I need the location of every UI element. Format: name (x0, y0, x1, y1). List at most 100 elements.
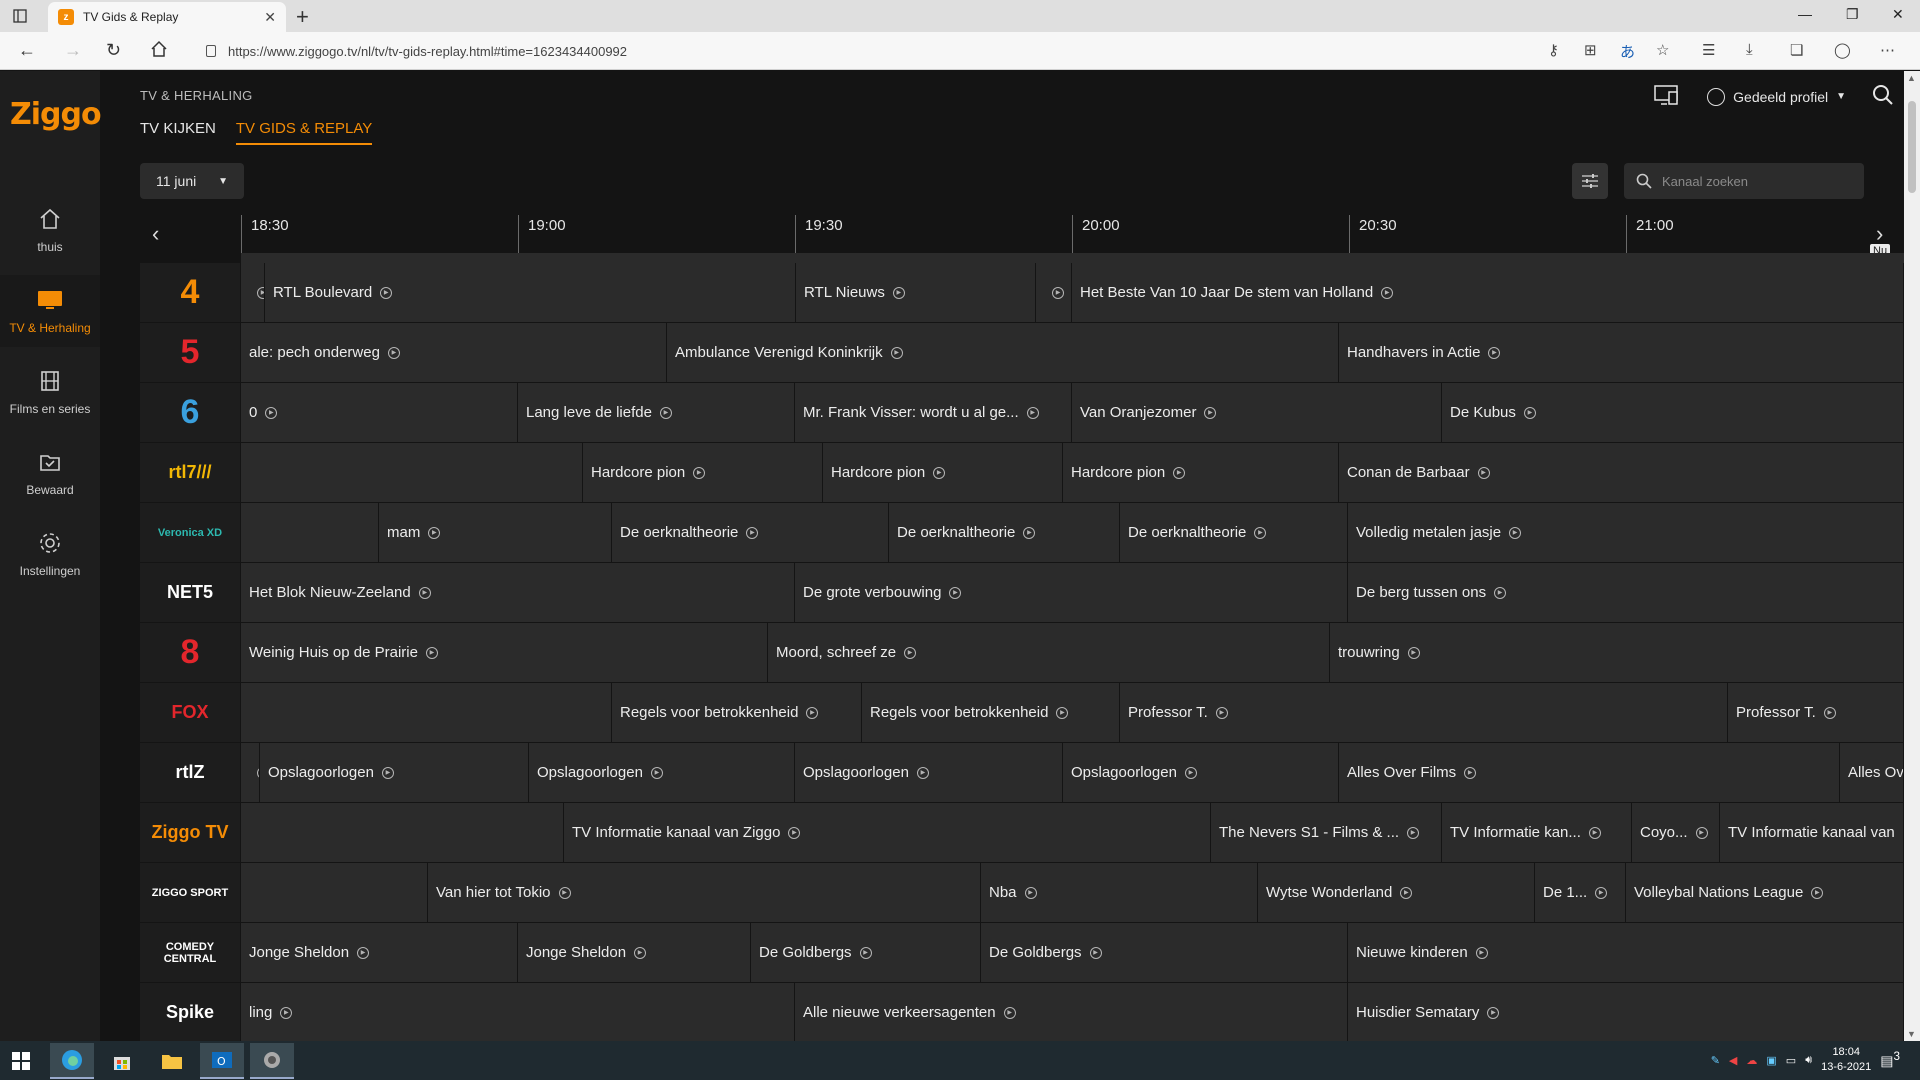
program-cell[interactable]: RTL Nieuws ▶ (796, 263, 1036, 322)
sidebar-item-films[interactable]: Films en series (0, 356, 100, 428)
program-cell[interactable]: Conan de Barbaar ▶ (1339, 443, 1904, 502)
program-cell[interactable]: Volledig metalen jasje ▶ (1348, 503, 1904, 562)
clock[interactable]: 18:04 13-6-2021 (1821, 1045, 1871, 1075)
profile-browser-icon[interactable]: ◯ (1834, 41, 1851, 59)
program-cell[interactable]: Opslagoorlogen ▶ (260, 743, 529, 802)
program-cell[interactable]: Hardcore pion ▶ (823, 443, 1063, 502)
program-cell[interactable]: Mr. Frank Visser: wordt u al ge... ▶ (795, 383, 1072, 442)
program-cell[interactable]: Regels voor betrokkenheid ▶ (612, 683, 862, 742)
apps-icon[interactable]: ⊞ (1584, 41, 1597, 59)
program-cell[interactable]: Alles Over Films ▶ (1339, 743, 1840, 802)
page-scrollbar[interactable]: ▲ ▼ (1904, 71, 1920, 1041)
restore-icon[interactable]: ❐ (1846, 6, 1859, 23)
program-cell[interactable]: Het Beste Van 10 Jaar De stem van Hollan… (1072, 263, 1904, 322)
translate-icon[interactable]: あ (1620, 41, 1635, 62)
program-cell[interactable] (241, 803, 564, 862)
channel-logo[interactable]: 4 (140, 263, 240, 322)
program-cell[interactable]: De Kubus ▶ (1442, 383, 1904, 442)
reload-icon[interactable]: ↻ (106, 40, 121, 61)
channel-logo[interactable]: Ziggo TV (140, 803, 240, 862)
program-cell[interactable]: ▶ (1036, 263, 1072, 322)
minimize-icon[interactable]: — (1798, 6, 1812, 22)
tray-app-icon[interactable]: ✎ (1711, 1054, 1720, 1067)
timeline-prev-icon[interactable]: ‹ (152, 221, 159, 247)
program-cell[interactable]: Opslagoorlogen ▶ (529, 743, 795, 802)
program-cell[interactable]: Coyo... ▶ (1632, 803, 1720, 862)
sidebar-item-home[interactable]: thuis (0, 194, 100, 266)
program-cell[interactable] (241, 443, 583, 502)
program-cell[interactable]: TV Informatie kanaal van Ziggo ▶ (564, 803, 1211, 862)
notifications-icon[interactable]: ▤3 (1880, 1050, 1900, 1070)
favorites-icon[interactable]: ☰ (1702, 41, 1715, 59)
program-cell[interactable]: Opslagoorlogen ▶ (1063, 743, 1339, 802)
program-cell[interactable]: 0 ▶ (241, 383, 518, 442)
tray-network-icon[interactable]: ▭ (1786, 1054, 1796, 1067)
program-cell[interactable]: Van Oranjezomer ▶ (1072, 383, 1442, 442)
program-cell[interactable]: Weinig Huis op de Prairie ▶ (241, 623, 768, 682)
program-cell[interactable]: De 1... ▶ (1535, 863, 1626, 922)
program-cell[interactable]: Wytse Wonderland ▶ (1258, 863, 1535, 922)
program-cell[interactable]: Alles Ov▶ (1840, 743, 1904, 802)
explorer-taskbar-icon[interactable] (150, 1043, 194, 1079)
program-cell[interactable]: ling ▶ (241, 983, 795, 1041)
program-cell[interactable]: TV Informatie kan... ▶ (1442, 803, 1632, 862)
program-cell[interactable]: Hardcore pion ▶ (1063, 443, 1339, 502)
channel-logo[interactable]: Spike (140, 983, 240, 1041)
ziggo-logo[interactable]: Ziggo (10, 97, 102, 132)
program-cell[interactable]: The Nevers S1 - Films & ... ▶ (1211, 803, 1442, 862)
sidebar-item-settings[interactable]: Instellingen (0, 518, 100, 590)
program-cell[interactable]: De oerknaltheorie ▶ (1120, 503, 1348, 562)
add-favorite-icon[interactable]: ☆ (1656, 41, 1669, 59)
edge-taskbar-icon[interactable] (50, 1043, 94, 1079)
close-window-icon[interactable]: ✕ (1892, 6, 1904, 23)
back-icon[interactable]: ← (18, 40, 36, 61)
program-cell[interactable]: Van hier tot Tokio ▶ (428, 863, 981, 922)
search-icon[interactable] (1872, 84, 1894, 109)
sidebar-item-tv[interactable]: TV & Herhaling (0, 275, 100, 347)
program-cell[interactable]: ▶ (241, 263, 265, 322)
channel-logo[interactable]: NET5 (140, 563, 240, 622)
sidebar-item-saved[interactable]: Bewaard (0, 437, 100, 509)
channel-logo[interactable]: COMEDY CENTRAL (140, 923, 240, 982)
tab-actions-icon[interactable] (12, 8, 28, 24)
program-cell[interactable] (241, 863, 428, 922)
cast-devices-icon[interactable] (1653, 84, 1681, 109)
scroll-up-icon[interactable]: ▲ (1907, 73, 1916, 83)
scrollbar-thumb[interactable] (1908, 101, 1916, 193)
program-cell[interactable]: ▶ (241, 743, 260, 802)
program-cell[interactable]: Opslagoorlogen ▶ (795, 743, 1063, 802)
tab-close-icon[interactable]: ✕ (264, 9, 276, 26)
tray-audio-alert-icon[interactable]: ◀ (1729, 1054, 1737, 1067)
channel-logo[interactable]: 6 (140, 383, 240, 442)
program-cell[interactable]: De oerknaltheorie ▶ (889, 503, 1120, 562)
program-cell[interactable]: Handhavers in Actie ▶ (1339, 323, 1904, 382)
program-cell[interactable]: Lang leve de liefde ▶ (518, 383, 795, 442)
program-cell[interactable] (241, 683, 612, 742)
tab-tv-kijken[interactable]: TV KIJKEN (140, 120, 216, 145)
program-cell[interactable]: De oerknaltheorie ▶ (612, 503, 889, 562)
address-bar[interactable]: https://www.ziggogo.tv/nl/tv/tv-gids-rep… (192, 37, 1662, 65)
filter-button[interactable] (1572, 163, 1608, 199)
tray-cloud-icon[interactable]: ☁ (1746, 1054, 1757, 1067)
new-tab-icon[interactable]: + (296, 4, 309, 30)
home-browser-icon[interactable] (150, 40, 168, 63)
program-cell[interactable]: Jonge Sheldon ▶ (241, 923, 518, 982)
app-taskbar-icon[interactable] (250, 1043, 294, 1079)
program-cell[interactable]: Het Blok Nieuw-Zeeland ▶ (241, 563, 795, 622)
tray-volume-icon[interactable]: 🔊︎ (1805, 1054, 1812, 1067)
channel-logo[interactable]: 5 (140, 323, 240, 382)
program-cell[interactable]: Regels voor betrokkenheid ▶ (862, 683, 1120, 742)
windows-start-icon[interactable] (12, 1052, 30, 1070)
program-cell[interactable]: Professor T. ▶ (1728, 683, 1904, 742)
program-cell[interactable]: Huisdier Sematary ▶ (1348, 983, 1904, 1041)
channel-search[interactable] (1624, 163, 1864, 199)
collections-icon[interactable]: ❏ (1790, 41, 1803, 59)
channel-logo[interactable]: 8 (140, 623, 240, 682)
program-cell[interactable]: Nba ▶ (981, 863, 1258, 922)
channel-search-input[interactable] (1662, 173, 1852, 189)
browser-tab[interactable]: z TV Gids & Replay ✕ (48, 2, 286, 32)
channel-logo[interactable]: FOX (140, 683, 240, 742)
program-cell[interactable]: mam ▶ (379, 503, 612, 562)
scroll-down-icon[interactable]: ▼ (1907, 1029, 1916, 1039)
tray-teams-icon[interactable]: ▣ (1766, 1054, 1776, 1067)
